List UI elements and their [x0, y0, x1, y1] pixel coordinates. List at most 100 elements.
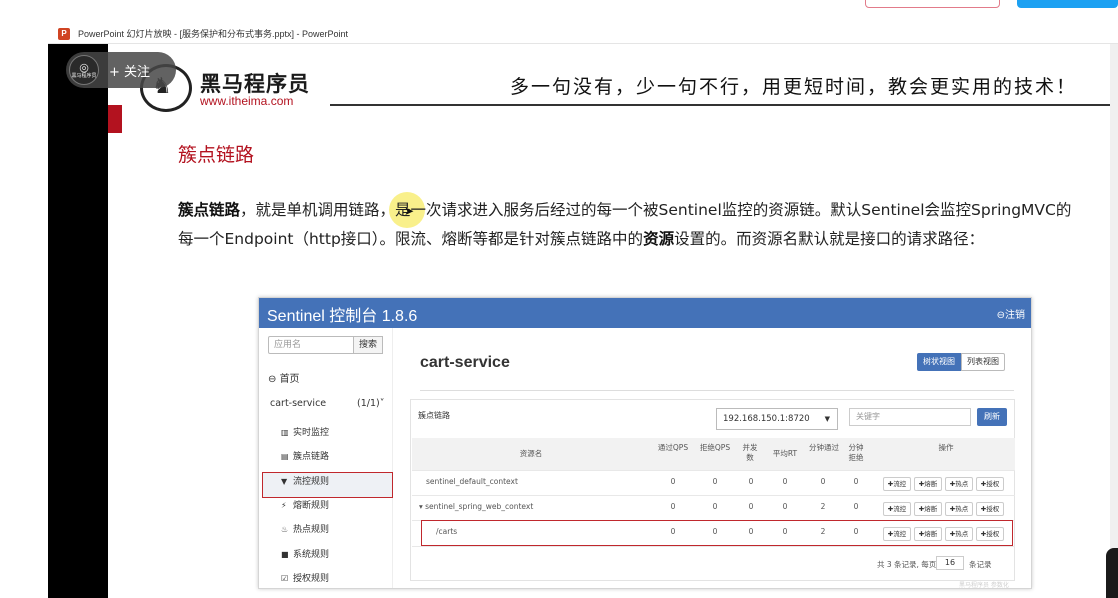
para-text-2: 设置的。而资源名默认就是接口的请求路径： [674, 230, 985, 248]
cluster-panel: 簇点链路 192.168.150.1:8720 ▼ 关键字 刷新 资源名 通过QP… [410, 399, 1015, 581]
add-auth-rule-button[interactable]: ✚授权 [976, 502, 1004, 516]
sidebar-item-realtime[interactable]: ▥ 实时监控 [281, 425, 329, 438]
add-flow-rule-button[interactable]: ✚流控 [883, 527, 911, 541]
follow-button[interactable]: ◎ 黑马程序员 + 关注 [66, 52, 176, 88]
add-auth-rule-button[interactable]: ✚授权 [976, 527, 1004, 541]
sidebar-item-cluster[interactable]: ▤ 簇点链路 [281, 449, 329, 462]
watermark: 黑马程序员 参数化 [959, 582, 1009, 589]
add-flow-rule-button[interactable]: ✚流控 [883, 477, 911, 491]
row-0-cell: 0 [853, 477, 859, 486]
row-divider [412, 495, 1015, 496]
slide-paragraph: 簇点链路，就是单机调用链路，是一次请求进入服务后经过的每一个被Sentinel监… [178, 196, 1078, 254]
para-bold-term: 簇点链路 [178, 201, 241, 219]
corner-overlay [1106, 548, 1118, 598]
logout-link[interactable]: ⊖注销 [997, 306, 1025, 321]
panel-label: 簇点链路 [418, 411, 450, 420]
search-button[interactable]: 搜索 [353, 336, 383, 354]
row-0-cell: 0 [782, 477, 788, 486]
col-resource: 资源名 [519, 449, 543, 458]
row-2-cell: 0 [782, 527, 788, 536]
keyword-input[interactable]: 关键字 [849, 408, 971, 426]
main-title: cart-service [420, 354, 510, 371]
check-icon: ☑ [281, 574, 289, 583]
add-degrade-rule-button[interactable]: ✚熔断 [914, 477, 942, 491]
machine-select[interactable]: 192.168.150.1:8720 ▼ [716, 408, 838, 430]
col-avg-rt: 平均RT [772, 449, 798, 458]
col-concurrency: 并发数 [742, 443, 758, 462]
sidebar-item-hotspot-rules[interactable]: ♨ 热点规则 [281, 522, 329, 535]
avatar-text: 黑马程序员 [71, 72, 97, 79]
add-hotspot-rule-button[interactable]: ✚热点 [945, 527, 973, 541]
row-2-cell: 0 [748, 527, 754, 536]
sidebar-item-flow-rules[interactable]: ▼ 流控规则 [281, 474, 329, 487]
flash-icon: ⚡ [281, 501, 287, 510]
row-1-cell: 0 [712, 502, 718, 511]
pager-text: 共 3 条记录, 每页 [877, 560, 937, 569]
tab-list-view[interactable]: 列表视图 [961, 353, 1005, 371]
slogan: 多一句没有，少一句不行，用更短时间，教会更实用的技术！ [510, 76, 1078, 98]
follow-label: + 关注 [109, 64, 151, 80]
row-2-cell: 2 [820, 527, 826, 536]
col-block-qps: 拒绝QPS [699, 443, 731, 452]
filter-icon: ▼ [281, 477, 288, 486]
pager-unit: 条记录 [969, 560, 992, 569]
window-title: PowerPoint 幻灯片放映 - [服务保护和分布式事务.pptx] - P… [78, 29, 349, 39]
row-2-cell: 0 [853, 527, 859, 536]
row-1-cell: 0 [670, 502, 676, 511]
right-scroll-edge [1110, 44, 1118, 598]
row-2-name: /carts [436, 527, 458, 536]
add-auth-rule-button[interactable]: ✚授权 [976, 477, 1004, 491]
tab-tree-view[interactable]: 树状视图 [917, 353, 961, 371]
row-0-cell: 0 [748, 477, 754, 486]
mouse-cursor-icon: ➤ [404, 204, 415, 218]
caret-down-icon: ▼ [824, 415, 830, 423]
avatar: ◎ 黑马程序员 [69, 55, 99, 85]
page-size-input[interactable]: 16 [936, 556, 964, 570]
sidebar-app-count: (1/1)˅ [357, 398, 385, 409]
screen: P PowerPoint 幻灯片放映 - [服务保护和分布式事务.pptx] -… [0, 0, 1118, 598]
lock-icon: ■ [281, 550, 289, 559]
top-outline-button[interactable] [865, 0, 1000, 8]
col-ops: 操作 [938, 443, 954, 452]
row-2-cell: 0 [712, 527, 718, 536]
slide-heading: 簇点链路 [178, 144, 255, 166]
add-flow-rule-button[interactable]: ✚流控 [883, 502, 911, 516]
avatar-logo-icon: ◎ [79, 60, 89, 74]
row-1-name[interactable]: ▾ sentinel_spring_web_context [419, 502, 533, 511]
sidebar-item-auth-rules[interactable]: ☑ 授权规则 [281, 571, 329, 584]
header-divider [330, 104, 1118, 106]
home-icon: ⊖ [268, 374, 280, 385]
top-filled-button[interactable] [1017, 0, 1118, 8]
add-degrade-rule-button[interactable]: ✚熔断 [914, 502, 942, 516]
red-accent-bar [108, 105, 122, 133]
powerpoint-icon: P [58, 27, 70, 40]
row-1-cell: 2 [820, 502, 826, 511]
row-1-cell: 0 [853, 502, 859, 511]
sidebar-item-degrade-rules[interactable]: ⚡ 熔断规则 [281, 498, 329, 511]
slide-left-margin [48, 44, 108, 598]
app-search-input[interactable]: 应用名 [268, 336, 354, 354]
row-0-cell: 0 [712, 477, 718, 486]
row-2-ops: ✚流控 ✚熔断 ✚热点 ✚授权 [883, 527, 1004, 541]
console-sidebar: 应用名 搜索 ⊖ 首页 cart-service (1/1)˅ ▥ 实时监控 ▤ 簇… [259, 328, 393, 588]
window-titlebar: P PowerPoint 幻灯片放映 - [服务保护和分布式事务.pptx] -… [48, 24, 1118, 44]
row-0-name: sentinel_default_context [426, 477, 518, 486]
add-hotspot-rule-button[interactable]: ✚热点 [945, 477, 973, 491]
logo-url: www.itheima.com [200, 94, 294, 108]
fire-icon: ♨ [281, 525, 289, 534]
left-margin [0, 24, 48, 598]
col-min-block: 分钟拒绝 [848, 443, 864, 462]
sidebar-item-home[interactable]: ⊖ 首页 [268, 370, 300, 385]
console-header: Sentinel 控制台 1.8.6 ⊖注销 [259, 298, 1031, 328]
sentinel-console-screenshot: Sentinel 控制台 1.8.6 ⊖注销 应用名 搜索 ⊖ 首页 cart-… [258, 297, 1032, 589]
add-degrade-rule-button[interactable]: ✚熔断 [914, 527, 942, 541]
para-bold-resource: 资源 [643, 230, 675, 248]
col-pass-qps: 通过QPS [657, 443, 689, 452]
sidebar-item-system-rules[interactable]: ■ 系统规则 [281, 547, 329, 560]
row-divider [412, 546, 1015, 547]
sidebar-app-name[interactable]: cart-service [270, 398, 326, 409]
add-hotspot-rule-button[interactable]: ✚热点 [945, 502, 973, 516]
row-1-cell: 0 [782, 502, 788, 511]
row-1-ops: ✚流控 ✚熔断 ✚热点 ✚授权 [883, 502, 1004, 516]
refresh-button[interactable]: 刷新 [977, 408, 1007, 426]
